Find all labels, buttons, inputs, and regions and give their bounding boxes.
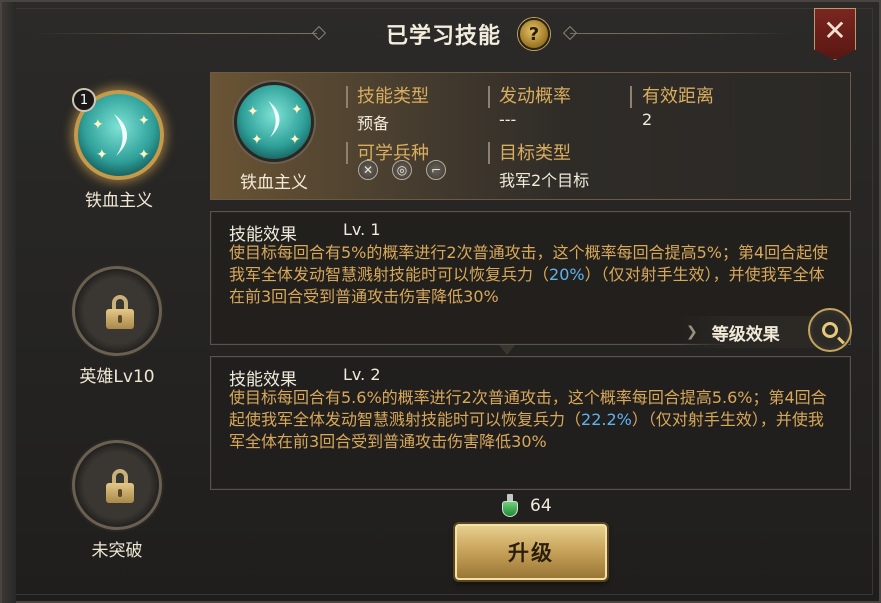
skill-slot-2[interactable]: 英雄Lv10 bbox=[72, 266, 162, 387]
skill-name: 铁血主义 bbox=[240, 173, 308, 193]
title-divider-right bbox=[570, 33, 790, 34]
upgrade-button[interactable]: 升级 bbox=[455, 524, 607, 580]
slot-number-badge: 1 bbox=[72, 88, 96, 112]
skill-crescent-icon bbox=[268, 100, 280, 138]
skill-crescent-icon bbox=[114, 114, 128, 156]
title-ornament-left bbox=[311, 25, 327, 41]
slot-label: 铁血主义 bbox=[85, 191, 153, 211]
slot-label: 未突破 bbox=[91, 541, 143, 561]
level-effect-label: 等级效果 bbox=[711, 324, 780, 345]
range-value: 2 bbox=[642, 110, 653, 129]
skill-icon-large: ✦ ✦ ✦ ✦ bbox=[234, 82, 314, 162]
upgrade-cost: 64 bbox=[530, 496, 552, 516]
gun-icon: ⌐ bbox=[426, 160, 446, 180]
title-divider-left bbox=[32, 33, 317, 34]
close-button[interactable]: ✕ bbox=[814, 8, 856, 60]
magnifier-icon bbox=[822, 322, 838, 338]
effect-highlight-value: 20% bbox=[549, 265, 585, 284]
skill-slot-locked bbox=[72, 440, 162, 530]
effect-level: Lv. 1 bbox=[343, 220, 381, 239]
effect-description: 使目标每回合有5%的概率进行2次普通攻击，这个概率每回合提高5%；第4回合起使我… bbox=[229, 243, 829, 306]
lock-icon bbox=[106, 469, 134, 503]
chance-value: --- bbox=[499, 110, 517, 129]
divider-arrow bbox=[499, 345, 515, 355]
effect-highlight-value: 22.2% bbox=[581, 410, 632, 429]
question-icon: ? bbox=[528, 23, 540, 45]
background-edge bbox=[2, 2, 16, 603]
slot-label: 英雄Lv10 bbox=[79, 367, 155, 387]
crossed-swords-icon: ✕ bbox=[358, 160, 378, 180]
target-type-label: 目标类型 bbox=[499, 143, 571, 164]
skill-type-value: 预备 bbox=[357, 114, 390, 133]
skill-type-label: 技能类型 bbox=[357, 86, 429, 107]
skills-dialog: 已学习技能 ? ✕ ✦ ✦ ✦ ✦ 1 铁血主义 英雄Lv10 未突破 ✦ ✦ … bbox=[0, 0, 881, 603]
target-type-value: 我军2个目标 bbox=[499, 171, 590, 190]
target-icon: ◎ bbox=[392, 160, 412, 180]
chevron-right-icon: ❯ bbox=[686, 324, 698, 340]
skill-slot-3[interactable]: 未突破 bbox=[72, 440, 162, 561]
skill-slot-locked bbox=[72, 266, 162, 356]
close-icon: ✕ bbox=[823, 14, 847, 47]
chance-label: 发动概率 bbox=[499, 86, 571, 107]
skill-slot-1[interactable]: ✦ ✦ ✦ ✦ 1 铁血主义 bbox=[72, 88, 164, 211]
magnifier-button[interactable] bbox=[808, 308, 852, 352]
effect-level: Lv. 2 bbox=[343, 365, 381, 384]
effect-description: 使目标每回合有5.6%的概率进行2次普通攻击，这个概率每回合提高5.6%；第4回… bbox=[229, 388, 827, 451]
potion-icon bbox=[501, 494, 519, 518]
help-button[interactable]: ? bbox=[518, 18, 550, 50]
range-label: 有效距离 bbox=[642, 86, 714, 107]
effect-next-level: 技能效果 Lv. 2 使目标每回合有5.6%的概率进行2次普通攻击，这个概率每回… bbox=[210, 356, 851, 490]
page-title: 已学习技能 bbox=[386, 24, 502, 49]
lock-icon bbox=[106, 295, 134, 329]
